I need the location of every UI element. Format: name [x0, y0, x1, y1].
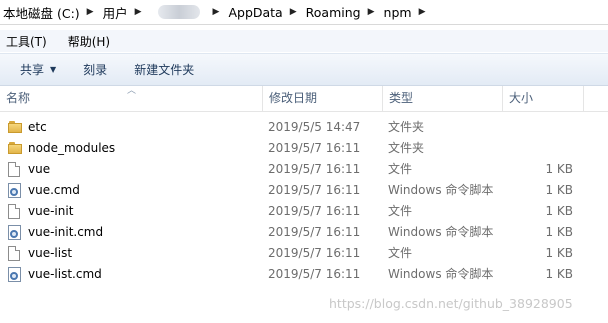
file-date: 2019/5/7 16:11 — [268, 225, 361, 239]
file-list: etc 2019/5/5 14:47 文件夹 node_modules 2019… — [0, 117, 608, 285]
breadcrumb-users[interactable]: 用户 — [98, 3, 130, 22]
file-date: 2019/5/5 14:47 — [268, 120, 361, 134]
file-date: 2019/5/7 16:11 — [268, 183, 361, 197]
breadcrumb-local-disk[interactable]: 本地磁盘 (C:) — [0, 3, 82, 22]
file-type: 文件夹 — [388, 141, 425, 155]
file-name: vue.cmd — [28, 183, 80, 197]
address-bar[interactable]: 本地磁盘 (C:) ▶ 用户 ▶ ▶ AppData ▶ Roaming ▶ n… — [0, 0, 608, 25]
file-row[interactable]: vue-list.cmd 2019/5/7 16:11 Windows 命令脚本… — [0, 264, 608, 285]
breadcrumb-appdata[interactable]: AppData — [223, 5, 284, 20]
file-row[interactable]: node_modules 2019/5/7 16:11 文件夹 — [0, 138, 608, 159]
file-row[interactable]: vue-init.cmd 2019/5/7 16:11 Windows 命令脚本… — [0, 222, 608, 243]
file-date: 2019/5/7 16:11 — [268, 204, 361, 218]
file-name: vue — [28, 162, 51, 176]
folder-icon — [8, 120, 24, 135]
file-name: vue-list — [28, 246, 73, 260]
share-button[interactable]: 共享 ▼ — [13, 61, 63, 78]
folder-icon — [8, 141, 24, 156]
file-date: 2019/5/7 16:11 — [268, 141, 361, 155]
column-header-date[interactable]: 修改日期 — [262, 86, 381, 111]
breadcrumb-roaming[interactable]: Roaming — [301, 5, 363, 20]
cmd-script-icon — [8, 183, 24, 198]
chevron-right-icon[interactable]: ▶ — [414, 7, 430, 17]
file-size: 1 KB — [545, 225, 573, 239]
new-folder-button[interactable]: 新建文件夹 — [127, 61, 201, 78]
chevron-right-icon[interactable]: ▶ — [82, 7, 98, 17]
file-icon — [8, 204, 24, 219]
file-name: vue-list.cmd — [28, 267, 102, 281]
file-row[interactable]: etc 2019/5/5 14:47 文件夹 — [0, 117, 608, 138]
file-type: 文件 — [388, 204, 413, 218]
file-size: 1 KB — [545, 246, 573, 260]
file-type: Windows 命令脚本 — [388, 225, 494, 239]
file-size: 1 KB — [545, 204, 573, 218]
column-header-size[interactable]: 大小 — [502, 86, 584, 111]
file-type: Windows 命令脚本 — [388, 183, 494, 197]
chevron-right-icon[interactable]: ▶ — [130, 7, 146, 17]
share-button-label: 共享 — [20, 63, 45, 77]
breadcrumb-npm[interactable]: npm — [379, 5, 414, 20]
column-header-type[interactable]: 类型 — [382, 86, 501, 111]
file-row[interactable]: vue-list 2019/5/7 16:11 文件 1 KB — [0, 243, 608, 264]
command-toolbar: 共享 ▼ 刻录 新建文件夹 — [0, 53, 608, 86]
chevron-right-icon[interactable]: ▶ — [208, 7, 224, 17]
chevron-right-icon[interactable]: ▶ — [363, 7, 379, 17]
menu-tools[interactable]: 工具(T) — [0, 33, 53, 50]
file-size: 1 KB — [545, 267, 573, 281]
column-header-row: ︿ 名称 修改日期 类型 大小 — [0, 86, 608, 112]
file-date: 2019/5/7 16:11 — [268, 246, 361, 260]
file-name: node_modules — [28, 141, 116, 155]
file-row[interactable]: vue.cmd 2019/5/7 16:11 Windows 命令脚本 1 KB — [0, 180, 608, 201]
menu-help[interactable]: 帮助(H) — [62, 33, 116, 50]
file-type: 文件夹 — [388, 120, 425, 134]
file-icon — [8, 246, 24, 261]
column-header-name[interactable]: 名称 — [0, 86, 260, 111]
file-type: 文件 — [388, 162, 413, 176]
file-date: 2019/5/7 16:11 — [268, 267, 361, 281]
burn-button[interactable]: 刻录 — [76, 61, 114, 78]
cmd-script-icon — [8, 225, 24, 240]
file-icon — [8, 162, 24, 177]
file-type: Windows 命令脚本 — [388, 267, 494, 281]
menu-bar: 工具(T) 帮助(H) — [0, 30, 608, 52]
redacted-username[interactable] — [157, 5, 200, 19]
file-name: vue-init — [28, 204, 74, 218]
file-name: vue-init.cmd — [28, 225, 104, 239]
file-date: 2019/5/7 16:11 — [268, 162, 361, 176]
file-size: 1 KB — [545, 162, 573, 176]
file-size: 1 KB — [545, 183, 573, 197]
chevron-right-icon[interactable]: ▶ — [285, 7, 301, 17]
cmd-script-icon — [8, 267, 24, 282]
dropdown-arrow-icon: ▼ — [50, 65, 57, 74]
file-name: etc — [28, 120, 47, 134]
file-type: 文件 — [388, 246, 413, 260]
file-row[interactable]: vue-init 2019/5/7 16:11 文件 1 KB — [0, 201, 608, 222]
file-row[interactable]: vue 2019/5/7 16:11 文件 1 KB — [0, 159, 608, 180]
watermark: https://blog.csdn.net/github_38928905 — [329, 296, 573, 311]
